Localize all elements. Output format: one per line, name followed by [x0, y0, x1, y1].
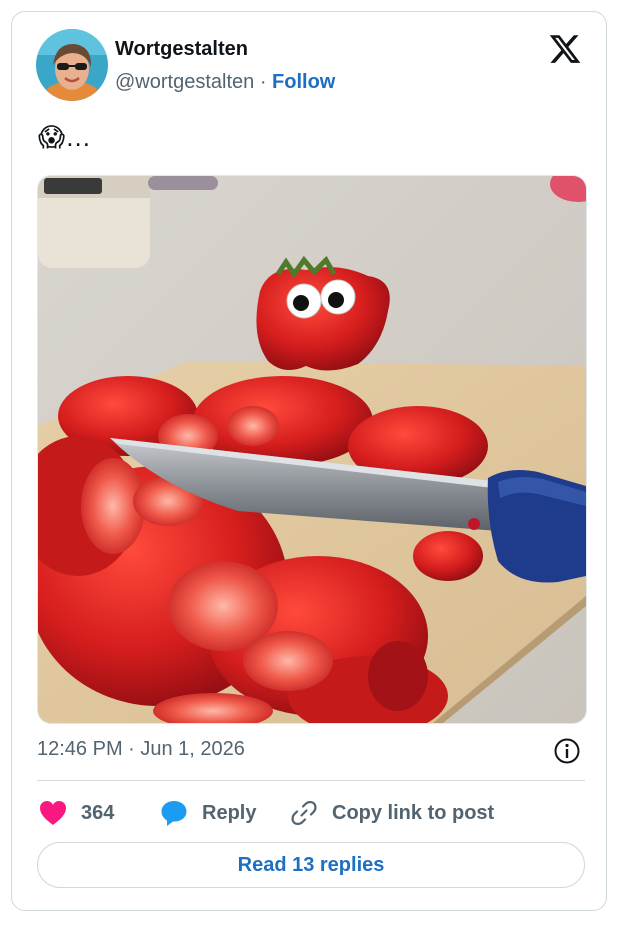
divider [37, 780, 585, 781]
author-name[interactable]: Wortgestalten [115, 38, 248, 61]
speech-bubble-icon [161, 801, 187, 826]
link-icon [291, 800, 317, 826]
copy-link-button[interactable]: Copy link to post [290, 798, 494, 828]
read-replies-button[interactable]: Read 13 replies [37, 842, 585, 888]
strawberry-photo [38, 176, 586, 723]
author-handle-line: @wortgestalten · Follow [115, 71, 335, 94]
separator-dot: · [254, 71, 273, 93]
reply-label: Reply [202, 801, 257, 824]
author-handle[interactable]: @wortgestalten [115, 71, 254, 93]
post-image[interactable] [37, 175, 587, 724]
info-icon[interactable] [553, 737, 581, 765]
like-count: 364 [81, 801, 115, 824]
avatar[interactable] [36, 29, 108, 101]
copy-link-label: Copy link to post [332, 801, 495, 824]
like-button[interactable]: 364 [39, 798, 114, 828]
heart-icon [40, 801, 66, 825]
embedded-post-card: Wortgestalten @wortgestalten · Follow 😱… [11, 11, 607, 911]
x-logo-icon[interactable] [548, 32, 582, 66]
reply-button[interactable]: Reply [160, 798, 256, 828]
post-text: 😱… [38, 122, 92, 152]
post-timestamp[interactable]: 12:46 PM · Jun 1, 2026 [37, 738, 245, 761]
follow-button[interactable]: Follow [272, 71, 335, 93]
avatar-image [36, 29, 108, 101]
